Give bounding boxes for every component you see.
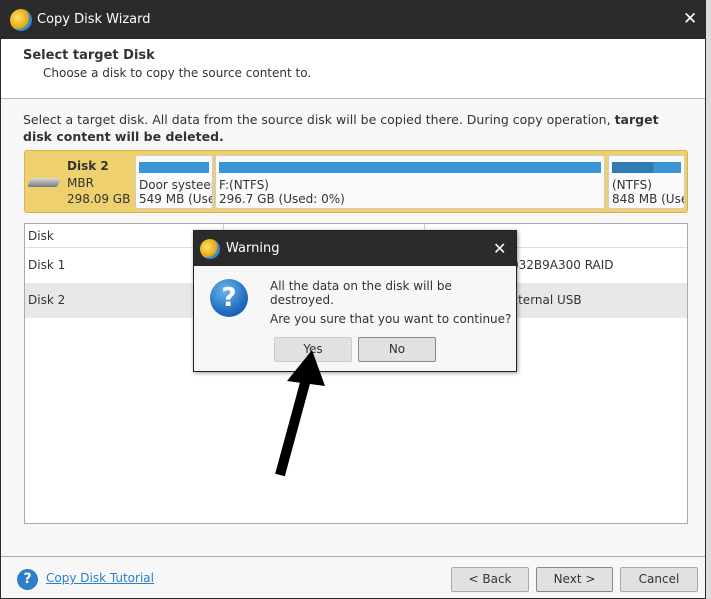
- arrow-head: [287, 350, 325, 386]
- pointer-arrow-annotation: [275, 350, 325, 477]
- arrow-shaft: [275, 370, 313, 477]
